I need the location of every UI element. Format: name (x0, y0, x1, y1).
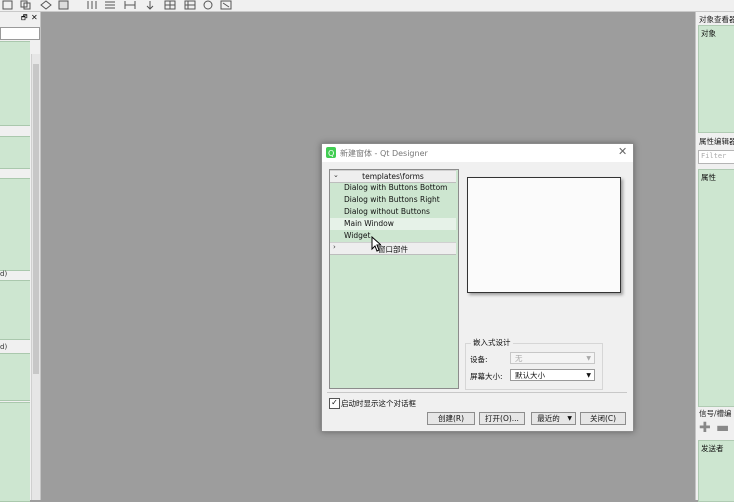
form-preview (467, 177, 621, 293)
property-editor-title: 属性编辑器 (699, 137, 734, 146)
template-item[interactable]: Dialog with Buttons Bottom (330, 182, 456, 194)
screen-size-select[interactable]: 默认大小 ▼ (510, 369, 595, 381)
show-on-startup-checkbox[interactable]: ✓ (329, 398, 340, 409)
recent-button[interactable]: 最近的 ▼ (531, 412, 576, 425)
chevron-down-icon: ▼ (567, 415, 572, 422)
template-group-header[interactable]: › 窗口部件 (330, 242, 456, 255)
adjust-size-icon[interactable] (220, 0, 232, 10)
close-icon[interactable]: ✕ (618, 146, 627, 158)
device-value: 无 (515, 354, 523, 363)
template-tree[interactable]: ⌄ templates\forms Dialog with Buttons Bo… (329, 169, 459, 389)
widget-category-list[interactable] (0, 280, 30, 340)
open-button[interactable]: 打开(O)... (479, 412, 525, 425)
chevron-down-icon: ▼ (586, 355, 591, 362)
designer-toolbar (0, 0, 734, 12)
dialog-title-bar: Q 新建窗体 - Qt Designer ✕ (322, 144, 633, 162)
show-on-startup-label: 启动时显示这个对话框 (341, 399, 416, 408)
widget-category-list[interactable] (0, 41, 30, 126)
svg-text:Q: Q (328, 149, 334, 158)
qt-designer-icon: Q (326, 147, 336, 158)
layout-grid-icon[interactable] (164, 0, 176, 10)
screen-size-value: 默认大小 (515, 371, 545, 380)
layout-form-icon[interactable] (184, 0, 196, 10)
close-icon[interactable]: ✕ (31, 13, 38, 22)
template-item[interactable]: Widget (330, 230, 456, 242)
float-icon[interactable]: 🗗 (21, 14, 28, 25)
close-button[interactable]: 关闭(C) (580, 412, 626, 425)
device-select: 无 ▼ (510, 352, 595, 364)
dock-title-bar: 🗗 ✕ (0, 13, 41, 25)
filter-placeholder: Filter (701, 152, 727, 160)
add-icon[interactable]: ✚ (699, 421, 711, 435)
signal-slot-table[interactable]: 发送者 (698, 440, 734, 502)
signal-slot-editor-title: 信号/槽编 (699, 409, 732, 418)
create-button[interactable]: 创建(R) (427, 412, 475, 425)
template-item[interactable]: Dialog without Buttons (330, 206, 456, 218)
break-layout-icon[interactable] (202, 0, 214, 10)
property-column-header: 属性 (701, 173, 716, 182)
layout-splitter-h-icon[interactable] (124, 0, 136, 10)
template-item[interactable]: Main Window (330, 218, 456, 230)
tool-icon[interactable] (2, 0, 14, 10)
object-inspector-tree[interactable]: 对象 (698, 25, 734, 133)
embedded-design-title: 嵌入式设计 (471, 337, 513, 348)
scrollbar[interactable] (31, 54, 40, 500)
embedded-design-group (465, 343, 603, 390)
copy-icon[interactable] (20, 0, 32, 10)
object-inspector-title: 对象查看器 (699, 15, 734, 24)
scrollbar-thumb[interactable] (33, 64, 39, 374)
right-dock: 对象查看器 对象 属性编辑器 Filter 属性 信号/槽编 ✚ ▬ 发送者 (695, 12, 734, 502)
layout-vertical-icon[interactable] (104, 0, 116, 10)
widget-category-list[interactable] (0, 402, 30, 502)
widget-category-list[interactable] (0, 178, 30, 271)
screen-size-label: 屏幕大小: (470, 372, 503, 381)
widget-category-list[interactable] (0, 353, 30, 401)
filter-input[interactable] (0, 27, 40, 40)
dialog-title: 新建窗体 - Qt Designer (340, 149, 428, 158)
object-column-header: 对象 (701, 29, 716, 38)
property-table[interactable]: 属性 (698, 169, 734, 407)
widget-category-label: d) (0, 270, 8, 278)
widget-box-dock: 🗗 ✕ d) d) (0, 12, 41, 502)
signal-slot-edit-icon[interactable] (40, 0, 52, 10)
new-form-dialog: Q 新建窗体 - Qt Designer ✕ ⌄ templates\forms… (321, 143, 634, 432)
widget-category-label: d) (0, 343, 8, 351)
template-group-label: 窗口部件 (378, 245, 408, 254)
layout-splitter-v-icon[interactable] (144, 0, 156, 10)
chevron-down-icon: ▼ (586, 372, 591, 379)
mouse-cursor-icon (371, 236, 381, 252)
template-group-label: templates\forms (362, 172, 424, 181)
remove-icon[interactable]: ▬ (716, 421, 729, 435)
device-label: 设备: (470, 355, 488, 364)
separator (327, 392, 627, 393)
property-filter-input[interactable]: Filter (698, 150, 734, 164)
widget-category-list[interactable] (0, 136, 30, 169)
tab-order-icon[interactable] (58, 0, 70, 10)
recent-button-label: 最近的 (537, 414, 560, 423)
layout-horizontal-icon[interactable] (86, 0, 98, 10)
sender-column-header: 发送者 (701, 444, 724, 453)
template-item[interactable]: Dialog with Buttons Right (330, 194, 456, 206)
